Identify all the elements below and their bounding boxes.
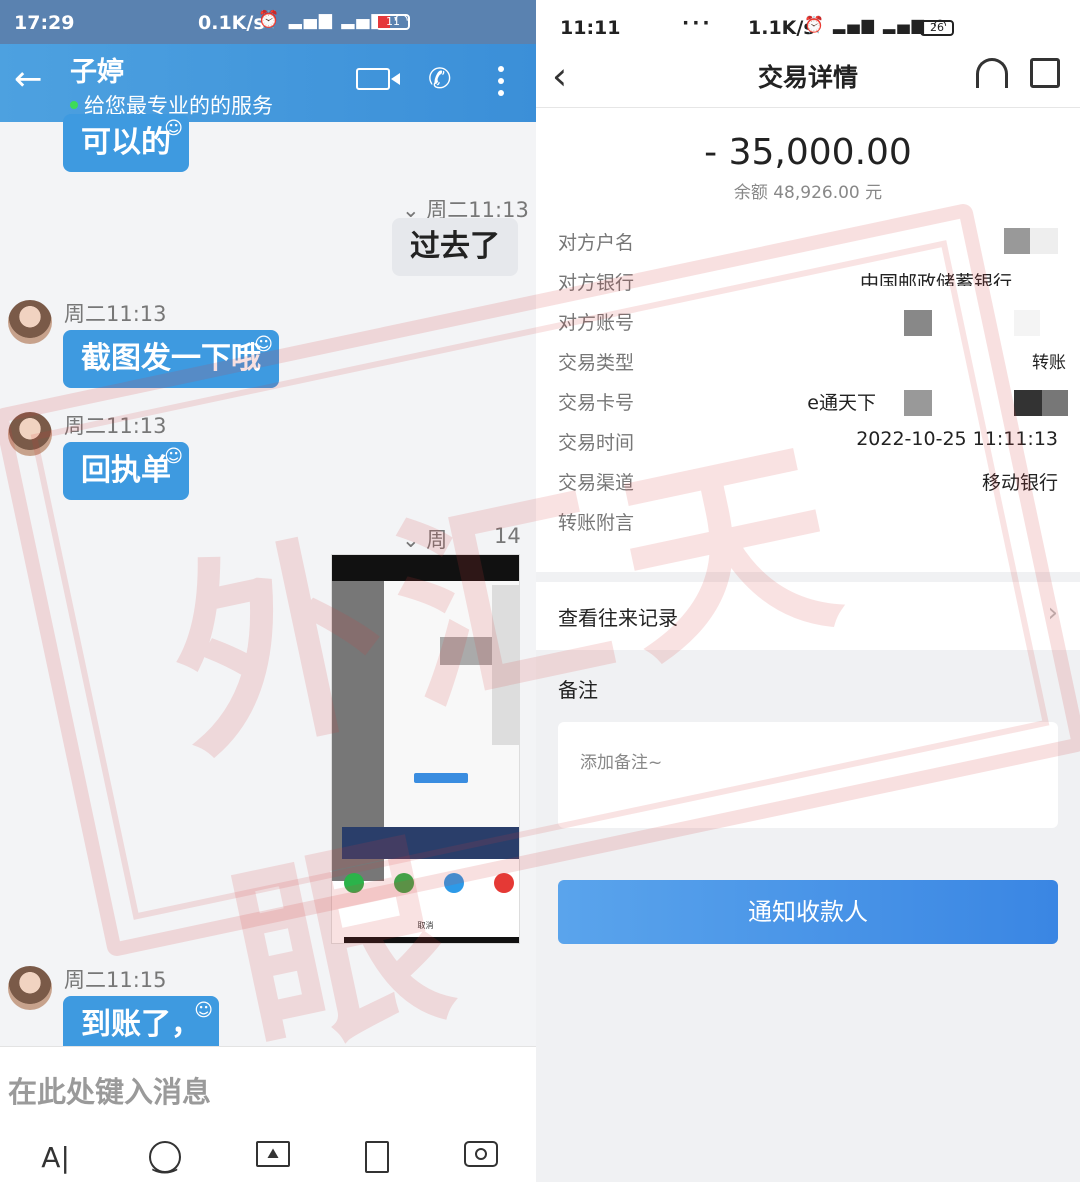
detail-row: 对方账号: [558, 308, 1058, 338]
camera-icon[interactable]: [464, 1141, 499, 1167]
network-speed: 0.1K/s: [198, 12, 265, 34]
chat-header: ← 子婷 给您最专业的的服务 ✆: [0, 44, 536, 122]
smile-icon: ☺: [164, 446, 183, 467]
thumb-status-bar: [332, 555, 519, 581]
smile-icon: ☺: [194, 1000, 213, 1021]
avatar[interactable]: [8, 412, 52, 456]
history-link[interactable]: 查看往来记录 ›: [536, 582, 1080, 650]
detail-row: 对方户名: [558, 228, 1058, 258]
transaction-amount: - 35,000.00: [704, 132, 912, 173]
headset-icon[interactable]: [976, 58, 1008, 88]
composer-toolbar: A| ‿ ⛰: [0, 1141, 536, 1174]
status-time: 17:29: [14, 12, 75, 34]
avatar[interactable]: [8, 300, 52, 344]
smile-icon: ☺: [164, 118, 183, 139]
more-menu-icon[interactable]: [498, 66, 504, 102]
message-input[interactable]: 在此处键入消息: [8, 1069, 211, 1111]
online-dot-icon: [70, 101, 78, 109]
detail-row: 交易渠道 移动银行: [558, 472, 1058, 494]
account-balance: 余额 48,926.00 元: [733, 183, 883, 203]
screenshot-image[interactable]: 取消: [331, 554, 520, 944]
redacted-block: [904, 310, 932, 336]
thumb-share-icons: [344, 873, 514, 893]
detail-row: 转账附言: [558, 512, 635, 534]
video-call-icon[interactable]: [356, 68, 400, 90]
message-composer: 在此处键入消息 A| ‿ ⛰: [0, 1046, 536, 1182]
message-bubble[interactable]: 回执单 ☺: [63, 442, 189, 500]
status-bar: 11:11 ··· 1.1K/s ⏰ ▂▄▆ ▂▄▆ ◠ 26: [536, 0, 1080, 52]
chat-pane: 17:29 0.1K/s ⏰ ▂▄▆ ▂▄▆ ◠ 11 ← 子婷 给您最专业的的…: [0, 0, 536, 1182]
thumb-cancel: 取消: [417, 921, 434, 930]
status-time: 11:11: [560, 17, 621, 39]
redacted-block: [1004, 228, 1030, 254]
redacted-block: [1014, 310, 1040, 336]
detail-row: 交易类型 转账: [558, 352, 1066, 374]
status-bar: 17:29 0.1K/s ⏰ ▂▄▆ ▂▄▆ ◠ 11: [0, 0, 536, 44]
thumb-share-sheet: [342, 827, 519, 859]
contact-name: 子婷: [70, 57, 124, 88]
redacted-block: [904, 390, 932, 416]
message-time: 周二11:15: [64, 968, 167, 992]
battery-icon: 11: [376, 14, 410, 30]
text-format-icon[interactable]: A|: [38, 1141, 74, 1174]
redacted-block: [1030, 228, 1058, 254]
detail-row: 对方银行 中国邮政储蓄银行: [558, 272, 1012, 294]
message-time: ⌄ 周: [402, 528, 448, 552]
message-time: 周二11:13: [64, 302, 167, 326]
transaction-card: - 35,000.00 余额 48,926.00 元 对方户名 对方银行 中国邮…: [536, 108, 1080, 572]
file-icon[interactable]: [365, 1141, 390, 1173]
redacted-block: [1042, 390, 1068, 416]
emoji-icon[interactable]: ‿: [148, 1141, 181, 1174]
chevron-right-icon: ›: [1047, 598, 1058, 628]
more-notifications: ···: [682, 12, 713, 34]
edit-icon[interactable]: [1030, 58, 1060, 88]
detail-row: 交易时间 2022-10-25 11:11:13: [558, 428, 1058, 454]
avatar[interactable]: [8, 966, 52, 1010]
notify-recipient-button[interactable]: 通知收款人: [558, 880, 1058, 944]
back-arrow-icon[interactable]: ←: [14, 62, 43, 96]
message-bubble[interactable]: 过去了: [392, 218, 518, 276]
smile-icon: ☺: [254, 334, 273, 355]
message-bubble[interactable]: 可以的 ☺: [63, 114, 189, 172]
bank-pane: 11:11 ··· 1.1K/s ⏰ ▂▄▆ ▂▄▆ ◠ 26 ‹ 交易详情 -…: [536, 0, 1080, 1182]
image-icon[interactable]: ⛰: [255, 1141, 290, 1167]
note-title: 备注: [558, 678, 598, 702]
page-header: ‹ 交易详情: [536, 52, 1080, 108]
redacted-block: [1014, 390, 1042, 416]
thumb-notify-button: [414, 773, 468, 783]
phone-call-icon[interactable]: ✆: [428, 62, 451, 95]
detail-row: 交易卡号 e通天下: [558, 388, 1068, 418]
message-time: 周二11:13: [64, 414, 167, 438]
battery-icon: 26: [920, 20, 954, 36]
message-bubble[interactable]: 截图发一下哦 ☺: [63, 330, 279, 388]
message-time-end: 14: [494, 524, 521, 548]
note-input[interactable]: 添加备注~: [558, 722, 1058, 828]
